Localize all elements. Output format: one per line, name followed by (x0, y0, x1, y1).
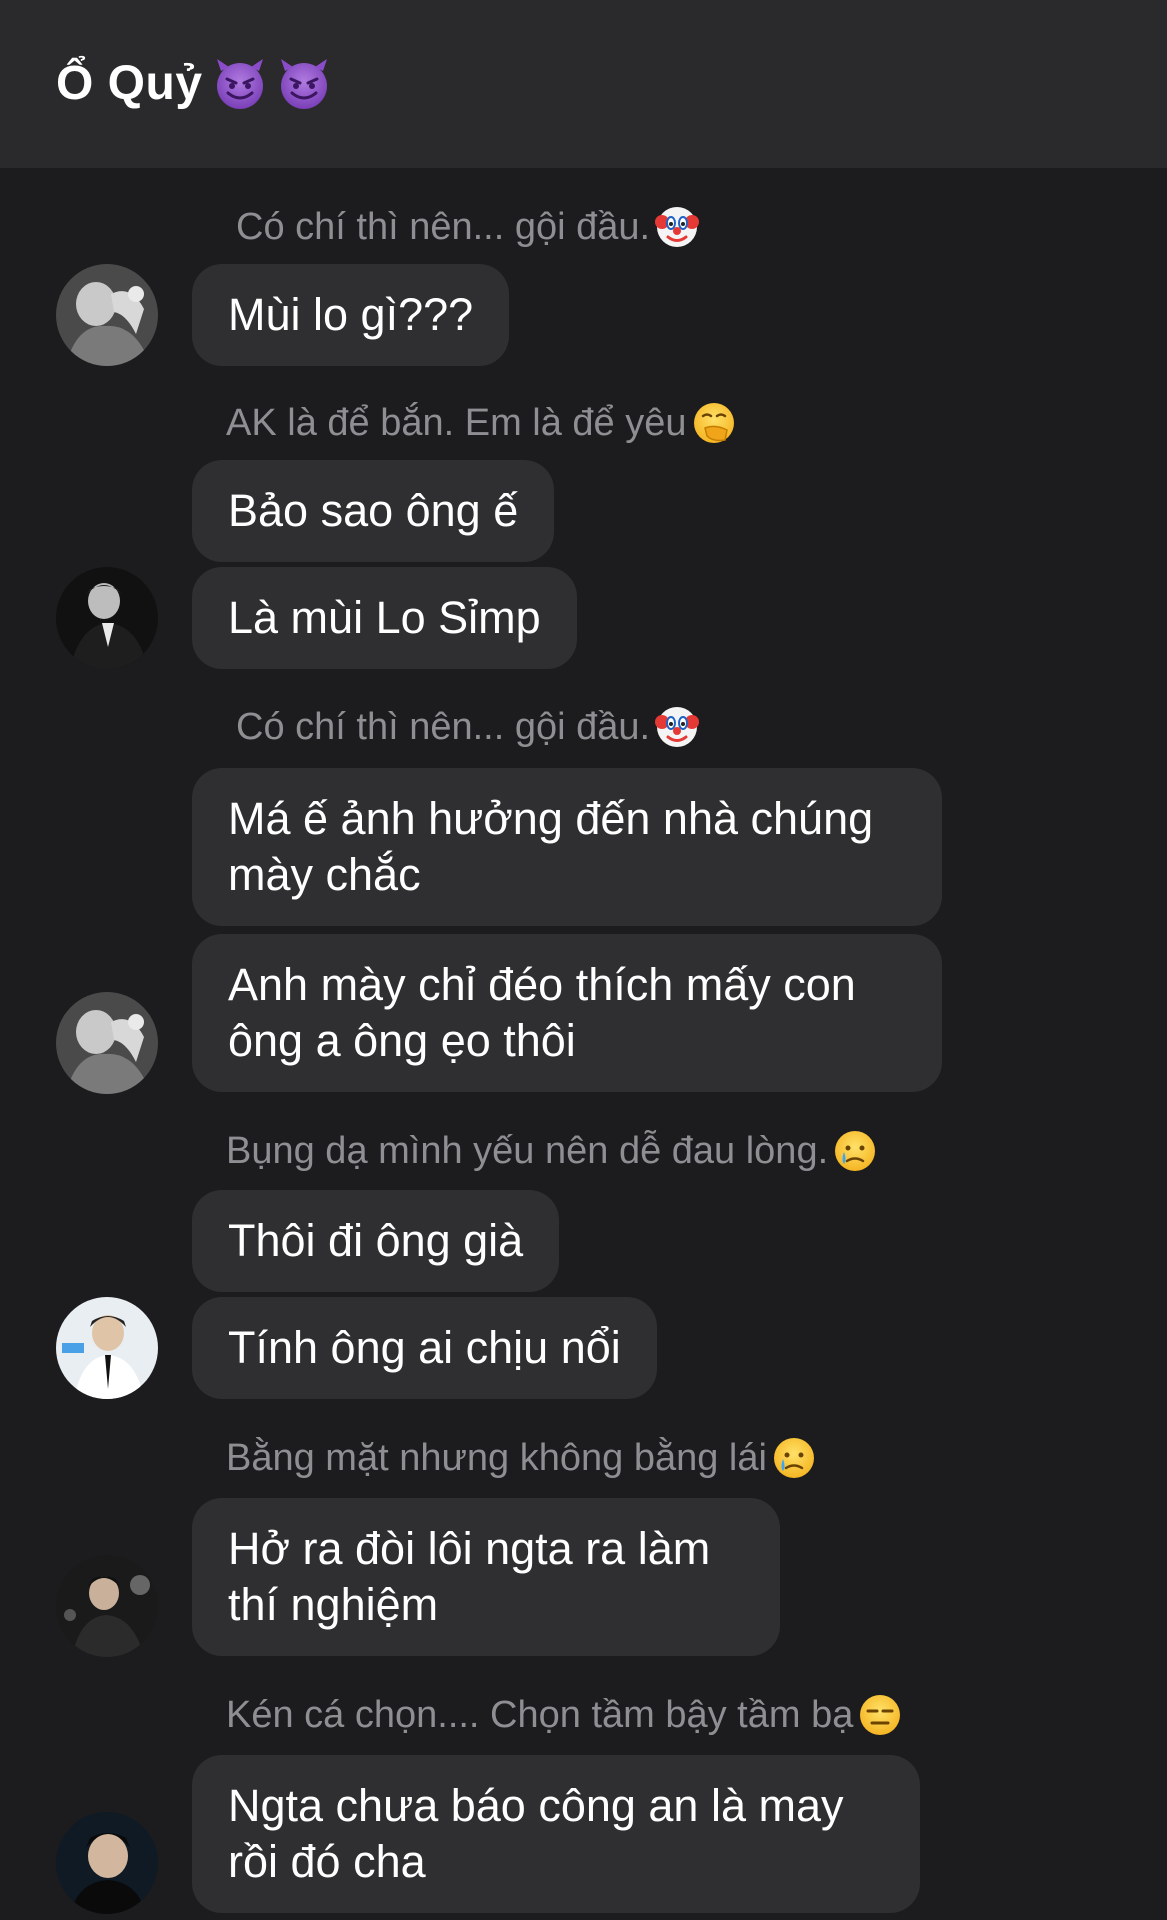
message-list[interactable]: Có chí thì nên... gội đầu. Mùi lo gì??? … (0, 168, 1167, 1920)
sender-name[interactable]: Có chí thì nên... gội đầu. (236, 704, 700, 750)
message-bubble[interactable]: Má ế ảnh hưởng đến nhà chúng mày chắc (192, 768, 942, 926)
message-bubble[interactable]: Thôi đi ông già (192, 1190, 560, 1292)
sender-name[interactable]: Có chí thì nên... gội đầu. (236, 204, 700, 250)
clown-icon (655, 707, 700, 747)
chat-header: Ổ Quỷ (0, 0, 1167, 168)
clown-icon (655, 207, 700, 247)
message-bubble[interactable]: Anh mày chỉ đéo thích mấy con ông a ông … (192, 934, 942, 1092)
message-bubble[interactable]: Là mùi Lo Sỉmp (192, 567, 577, 669)
message-bubble[interactable]: Hở ra đòi lôi ngta ra làm thí nghiệm (192, 1498, 780, 1656)
message-bubble[interactable]: Tính ông ai chịu nổi (192, 1297, 657, 1399)
devil-icon (216, 59, 263, 109)
group-name: Ổ Quỷ (56, 57, 203, 110)
face-with-hand-over-mouth-icon (693, 403, 734, 443)
crying-face-icon (773, 1438, 814, 1478)
avatar[interactable] (56, 1555, 158, 1657)
avatar[interactable] (56, 264, 158, 366)
sender-name[interactable]: Bằng mặt nhưng không bằng lái (226, 1435, 817, 1481)
avatar[interactable] (56, 1812, 158, 1914)
sender-name[interactable]: AK là để bắn. Em là để yêu (226, 400, 737, 446)
chat-title[interactable]: Ổ Quỷ (56, 54, 331, 114)
expressionless-face-icon (860, 1695, 901, 1735)
crying-face-icon (835, 1131, 876, 1171)
message-bubble[interactable]: Bảo sao ông ế (192, 460, 555, 562)
avatar[interactable] (56, 992, 158, 1094)
sender-name[interactable]: Kén cá chọn.... Chọn tầm bậy tầm bạ (226, 1692, 903, 1738)
sender-name[interactable]: Bụng dạ mình yếu nên dễ đau lòng. (226, 1128, 878, 1174)
message-bubble[interactable]: Mùi lo gì??? (192, 264, 510, 366)
avatar[interactable] (56, 567, 158, 669)
devil-icon (280, 59, 327, 109)
message-bubble[interactable]: Ngta chưa báo công an là may rồi đó cha (192, 1755, 920, 1913)
avatar[interactable] (56, 1297, 158, 1399)
